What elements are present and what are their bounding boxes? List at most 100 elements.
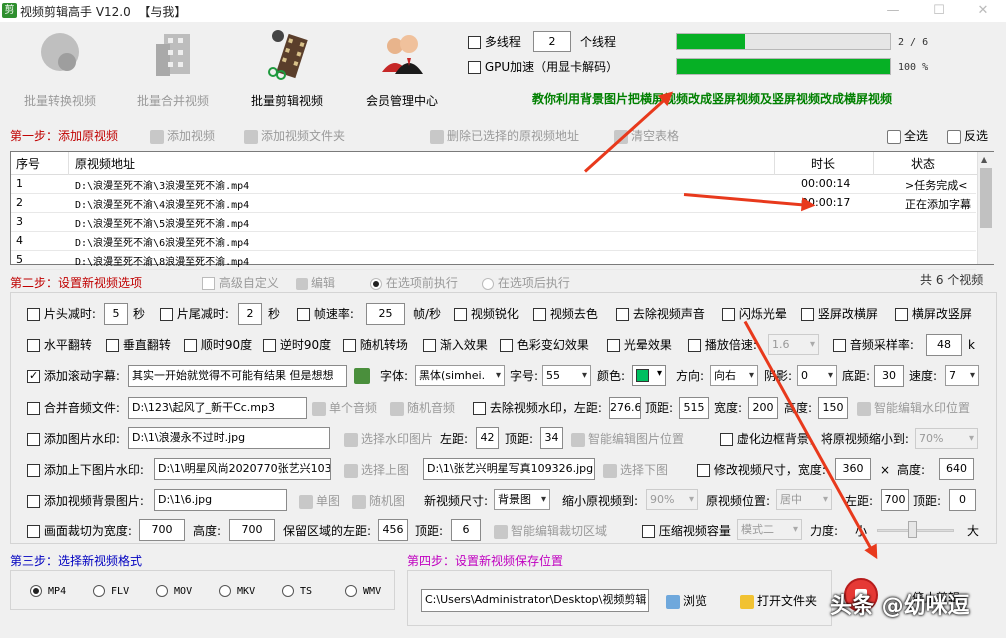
table-row[interactable]: 4 D:\浪漫至死不渝\6浪漫至死不渝.mp4 — [11, 233, 976, 251]
choose-lower-button[interactable]: 选择下图 — [603, 462, 668, 478]
batch-convert-button[interactable]: 批量转换视频 — [20, 28, 100, 109]
compress-slider-thumb[interactable] — [908, 521, 917, 538]
ccw90-option[interactable]: 逆时90度 — [263, 337, 331, 353]
image-watermark-path-input[interactable]: D:\1\浪漫永不过时.jpg — [128, 427, 330, 449]
sample-rate-option[interactable]: 音频采样率: — [833, 337, 914, 353]
table-row[interactable]: 5 D:\浪漫至死不渝\8浪漫至死不渝.mp4 — [11, 252, 976, 270]
direction-select[interactable]: 向右 — [710, 365, 758, 386]
close-button[interactable]: ✕ — [968, 1, 998, 21]
member-center-button[interactable]: 会员管理中心 — [362, 28, 442, 109]
wm-left-input[interactable]: 276.6 — [609, 397, 641, 419]
table-row[interactable]: 3 D:\浪漫至死不渝\5浪漫至死不渝.mp4 — [11, 214, 976, 232]
format-option-mov[interactable]: MOV — [156, 584, 192, 600]
shrink-select[interactable]: 90% — [646, 489, 698, 510]
lower-image-path-input[interactable]: D:\1\张艺兴明星写真109326.jpg — [423, 458, 595, 480]
multithread-option[interactable]: 多线程 — [468, 34, 521, 50]
new-size-select[interactable]: 背景图 — [494, 489, 550, 510]
shadow-select[interactable]: 0 — [797, 365, 837, 386]
video-table[interactable]: 序号 原视频地址 时长 状态 1 D:\浪漫至死不渝\3浪漫至死不渝.mp4 00:… — [10, 151, 994, 270]
playback-speed-select[interactable]: 1.6 — [768, 334, 819, 355]
add-video-button[interactable]: 添加视频 — [150, 128, 215, 144]
single-image-button[interactable]: 单图 — [299, 493, 340, 509]
resize-option[interactable]: 修改视频尺寸，宽度: — [697, 462, 826, 478]
background-image-option[interactable]: 添加视频背景图片: — [27, 493, 144, 509]
resize-height-input[interactable]: 640 — [939, 458, 974, 480]
run-before-option[interactable]: 在选项前执行 — [370, 275, 458, 291]
bg-top-input[interactable]: 0 — [949, 489, 976, 511]
smart-crop-button[interactable]: 智能编辑裁切区域 — [494, 523, 607, 539]
remove-watermark-option[interactable]: 去除视频水印，左距: — [473, 400, 602, 416]
background-path-input[interactable]: D:\1\6.jpg — [154, 489, 287, 511]
smart-watermark-button[interactable]: 智能编辑水印位置 — [857, 400, 970, 416]
tail-cut-option[interactable]: 片尾减时: — [160, 306, 229, 322]
crop-height-input[interactable]: 700 — [229, 519, 275, 541]
promo-link[interactable]: 教你利用背景图片把横屏视频改成竖屏视频及竖屏视频改成横屏视频 — [532, 91, 892, 107]
compress-option[interactable]: 压缩视频容量 — [642, 523, 731, 539]
wm-height-input[interactable]: 150 — [818, 397, 848, 419]
crop-left-input[interactable]: 456 — [378, 519, 408, 541]
gpu-checkbox[interactable] — [468, 61, 481, 74]
delete-selected-button[interactable]: 删除已选择的原视频地址 — [430, 128, 579, 144]
smart-image-button[interactable]: 智能编辑图片位置 — [571, 431, 684, 447]
playback-speed-option[interactable]: 播放倍速: — [688, 337, 757, 353]
single-audio-button[interactable]: 单个音频 — [312, 400, 377, 416]
batch-merge-button[interactable]: 批量合并视频 — [133, 28, 213, 109]
open-folder-button[interactable]: 打开文件夹 — [740, 593, 817, 609]
font-select[interactable]: 黑体(simhei. — [415, 365, 505, 386]
hflip-option[interactable]: 水平翻转 — [27, 337, 92, 353]
resize-width-input[interactable]: 360 — [835, 458, 871, 480]
multithread-checkbox[interactable] — [468, 36, 481, 49]
image-watermark-option[interactable]: 添加图片水印: — [27, 431, 120, 447]
invert-select-button[interactable]: 反选 — [947, 128, 988, 144]
crop-option[interactable]: 画面裁切为宽度: — [27, 523, 132, 539]
compress-mode-select[interactable]: 模式二 — [737, 519, 802, 540]
select-all-button[interactable]: 全选 — [887, 128, 928, 144]
upper-image-path-input[interactable]: D:\1\明星风尚2020770张艺兴103 — [154, 458, 331, 480]
head-cut-input[interactable]: 5 — [104, 303, 128, 325]
merge-audio-option[interactable]: 合并音频文件: — [27, 400, 120, 416]
img-left-input[interactable]: 42 — [476, 427, 499, 449]
h2v-option[interactable]: 横屏改竖屏 — [895, 306, 972, 322]
format-option-mp4[interactable]: MP4 — [30, 584, 66, 600]
advanced-option[interactable]: 高级自定义 — [202, 275, 279, 291]
format-option-wmv[interactable]: WMV — [345, 584, 381, 600]
tail-cut-input[interactable]: 2 — [238, 303, 262, 325]
color-picker[interactable]: ▾ — [632, 365, 666, 386]
sample-rate-input[interactable]: 48 — [926, 334, 962, 356]
img-top-input[interactable]: 34 — [540, 427, 563, 449]
speed-select[interactable]: 7 — [945, 365, 979, 386]
scrollbar-thumb[interactable] — [980, 168, 992, 228]
fps-option[interactable]: 帧速率: — [297, 306, 354, 322]
scroll-subtitle-option[interactable]: 添加滚动字幕: — [27, 368, 120, 384]
crop-top-input[interactable]: 6 — [451, 519, 481, 541]
subtitle-text-input[interactable]: 其实一开始就觉得不可能有结果 但是想想 — [128, 365, 347, 387]
decolor-option[interactable]: 视频去色 — [533, 306, 598, 322]
table-scrollbar[interactable]: ▲ — [977, 152, 994, 264]
browse-button[interactable]: 浏览 — [666, 593, 707, 609]
flash-option[interactable]: 闪烁光晕 — [722, 306, 787, 322]
v2h-option[interactable]: 竖屏改横屏 — [801, 306, 878, 322]
random-audio-button[interactable]: 随机音频 — [390, 400, 455, 416]
fps-input[interactable]: 25 — [366, 303, 405, 325]
format-option-ts[interactable]: TS — [282, 584, 312, 600]
batch-edit-button[interactable]: 批量剪辑视频 — [245, 28, 329, 109]
mute-option[interactable]: 去除视频声音 — [616, 306, 705, 322]
table-row[interactable]: 1 D:\浪漫至死不渝\3浪漫至死不渝.mp4 00:00:14 >任务完成< — [11, 176, 976, 194]
edit-button[interactable]: 编辑 — [296, 275, 335, 291]
sharpen-option[interactable]: 视频锐化 — [454, 306, 519, 322]
wm-width-input[interactable]: 200 — [748, 397, 778, 419]
format-option-mkv[interactable]: MKV — [219, 584, 255, 600]
cw90-option[interactable]: 顺时90度 — [184, 337, 252, 353]
bg-left-input[interactable]: 700 — [881, 489, 909, 511]
crop-width-input[interactable]: 700 — [139, 519, 185, 541]
gpu-option[interactable]: GPU加速（用显卡解码） — [468, 59, 618, 75]
random-image-button[interactable]: 随机图 — [352, 493, 405, 509]
run-after-option[interactable]: 在选项后执行 — [482, 275, 570, 291]
import-text-icon[interactable] — [354, 368, 370, 384]
vflip-option[interactable]: 垂直翻转 — [106, 337, 171, 353]
head-cut-option[interactable]: 片头减时: — [27, 306, 96, 322]
audio-path-input[interactable]: D:\123\起风了_新干Cc.mp3 — [128, 397, 307, 419]
updown-watermark-option[interactable]: 添加上下图片水印: — [27, 462, 144, 478]
wm-top-input[interactable]: 515 — [679, 397, 709, 419]
shrink-percent-select[interactable]: 70% — [915, 428, 978, 449]
